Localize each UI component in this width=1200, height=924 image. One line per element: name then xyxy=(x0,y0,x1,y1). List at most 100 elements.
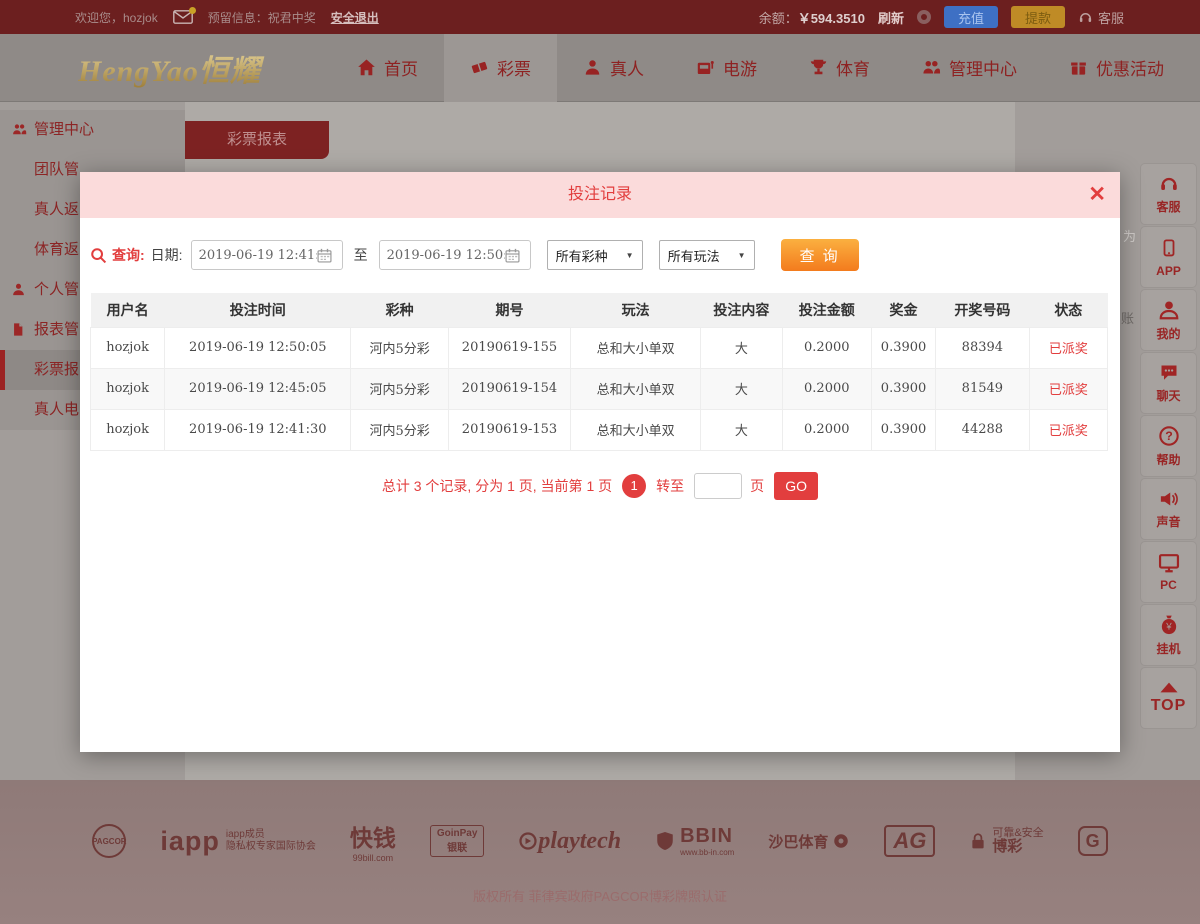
lottery-report-tab[interactable]: 彩票报表 xyxy=(185,121,329,159)
person-icon xyxy=(11,282,26,297)
welcome-text: 欢迎您，hozjok xyxy=(75,9,158,26)
nav-label: 彩票 xyxy=(497,55,531,80)
float-help-button[interactable]: ? 帮助 xyxy=(1140,415,1197,477)
float-service-button[interactable]: 客服 xyxy=(1140,163,1197,225)
float-label: 客服 xyxy=(1156,198,1180,215)
nav-item-sports[interactable]: 体育 xyxy=(783,34,896,102)
withdraw-button[interactable]: 提款 xyxy=(1011,6,1065,28)
nav-label: 体育 xyxy=(836,55,870,80)
float-top-button[interactable]: TOP xyxy=(1140,667,1197,729)
copyright-text: 版权所有 菲律宾政府PAGCOR博彩牌照认证 xyxy=(0,886,1200,905)
status-badge: 已派奖 xyxy=(1029,327,1107,368)
float-label: 帮助 xyxy=(1156,451,1180,468)
search-button[interactable]: 查 询 xyxy=(781,239,859,271)
lottery-type-select[interactable]: 所有彩种 ▼ xyxy=(547,240,643,270)
pagcor-logo: PAGCOR xyxy=(92,824,126,858)
balance-label: 余额： xyxy=(759,11,798,26)
table-header-row: 用户名 投注时间 彩种 期号 玩法 投注内容 投注金额 奖金 开奖号码 状态 xyxy=(91,293,1108,327)
nav-item-live[interactable]: 真人 xyxy=(557,34,670,102)
site-logo[interactable]: HengYao恒耀 xyxy=(78,46,313,90)
service-link[interactable]: 客服 xyxy=(1078,8,1124,27)
date-from-input[interactable] xyxy=(199,248,317,263)
phone-icon xyxy=(1160,236,1178,260)
pagcor-badge: PAGCOR xyxy=(92,824,126,858)
deposit-button[interactable]: 充值 xyxy=(944,6,998,28)
pagination-summary: 总计 3 个记录, 分为 1 页, 当前第 1 页 xyxy=(382,476,612,496)
nav-item-home[interactable]: 首页 xyxy=(331,34,444,102)
home-icon xyxy=(357,58,376,77)
nav-label: 管理中心 xyxy=(949,55,1017,80)
ticket-icon xyxy=(470,58,489,77)
float-mine-button[interactable]: 我的 xyxy=(1140,289,1197,351)
page-unit-label: 页 xyxy=(750,476,764,496)
float-label: 挂机 xyxy=(1156,640,1180,657)
close-icon[interactable]: ✕ xyxy=(1088,172,1106,218)
shield-icon xyxy=(655,830,675,852)
col-bet-amount: 投注金额 xyxy=(782,293,871,327)
float-label: APP xyxy=(1156,264,1181,278)
nav-label: 真人 xyxy=(610,55,644,80)
modal-header: 投注记录 ✕ xyxy=(80,172,1120,218)
logout-link[interactable]: 安全退出 xyxy=(331,9,379,26)
caret-down-icon: ▼ xyxy=(738,251,746,260)
gift-icon xyxy=(1069,58,1088,77)
nav-item-egames[interactable]: 电游 xyxy=(670,34,783,102)
col-status: 状态 xyxy=(1029,293,1107,327)
float-label: 我的 xyxy=(1156,325,1180,342)
partner-logos: PAGCOR iapp iapp成员隐私权专家国际协会 快钱99bill.com… xyxy=(0,812,1200,870)
to-label: 至 xyxy=(354,245,368,265)
play-type-select[interactable]: 所有玩法 ▼ xyxy=(659,240,755,270)
caret-down-icon: ▼ xyxy=(626,251,634,260)
nav-item-lottery[interactable]: 彩票 xyxy=(444,34,557,102)
calendar-icon[interactable] xyxy=(505,248,520,263)
status-badge: 已派奖 xyxy=(1029,409,1107,450)
document-icon xyxy=(11,322,25,337)
go-button[interactable]: GO xyxy=(774,472,818,500)
slot-machine-icon xyxy=(696,58,715,77)
col-username: 用户名 xyxy=(91,293,165,327)
screen: 欢迎您，hozjok 预留信息：祝君中奖 安全退出 余额：￥594.3510 刷… xyxy=(0,0,1200,924)
person-icon xyxy=(1158,299,1180,321)
float-app-button[interactable]: APP xyxy=(1140,226,1197,288)
page-1-button[interactable]: 1 xyxy=(622,474,646,498)
reserved-message: 预留信息：祝君中奖 xyxy=(208,9,316,26)
col-play: 玩法 xyxy=(571,293,701,327)
float-label: TOP xyxy=(1151,697,1187,715)
pagination: 总计 3 个记录, 分为 1 页, 当前第 1 页 1 转至 页 GO xyxy=(80,472,1120,500)
date-from-field[interactable] xyxy=(191,240,343,270)
calendar-icon[interactable] xyxy=(317,248,332,263)
date-to-input[interactable] xyxy=(387,248,505,263)
col-bet-time: 投注时间 xyxy=(165,293,351,327)
trophy-icon xyxy=(809,58,828,77)
search-bar: 查询: 日期: 至 所有彩种 ▼ 所有玩法 ▼ 查 询 xyxy=(90,239,1120,271)
svg-text:?: ? xyxy=(1165,429,1173,443)
background-text-fragment: 为 xyxy=(1123,226,1136,245)
sidebar-item-admin-center[interactable]: 管理中心 xyxy=(0,110,185,150)
svg-text:￥: ￥ xyxy=(1164,621,1173,631)
iapp-logo: iapp iapp成员隐私权专家国际协会 xyxy=(160,826,316,857)
float-chat-button[interactable]: 聊天 xyxy=(1140,352,1197,414)
table-row: hozjok2019-06-19 12:45:05 河内5分彩20190619-… xyxy=(91,368,1108,409)
float-pc-button[interactable]: PC xyxy=(1140,541,1197,603)
date-to-field[interactable] xyxy=(379,240,531,270)
users-icon xyxy=(11,122,28,137)
mail-icon[interactable] xyxy=(173,10,193,24)
question-icon: ? xyxy=(1158,425,1180,447)
goinpay-logo: GoinPay银联 xyxy=(430,825,485,857)
goto-page-input[interactable] xyxy=(694,473,742,499)
col-lottery: 彩种 xyxy=(351,293,449,327)
refresh-balance-link[interactable]: 刷新 xyxy=(878,8,904,27)
lottery-select-value: 所有彩种 xyxy=(556,246,608,265)
background-text-fragment: 账 xyxy=(1121,308,1134,327)
table-row: hozjok2019-06-19 12:41:30 河内5分彩20190619-… xyxy=(91,409,1108,450)
float-hangup-button[interactable]: ￥ 挂机 xyxy=(1140,604,1197,666)
nav-item-admin-center[interactable]: 管理中心 xyxy=(896,34,1043,102)
col-issue: 期号 xyxy=(448,293,570,327)
col-bet-content: 投注内容 xyxy=(701,293,782,327)
eye-icon[interactable] xyxy=(917,10,931,24)
headset-icon xyxy=(1078,10,1093,25)
nav-label: 首页 xyxy=(384,55,418,80)
nav-item-promotions[interactable]: 优惠活动 xyxy=(1043,34,1190,102)
gamcare-logo: G xyxy=(1078,826,1108,856)
float-sound-button[interactable]: 声音 xyxy=(1140,478,1197,540)
